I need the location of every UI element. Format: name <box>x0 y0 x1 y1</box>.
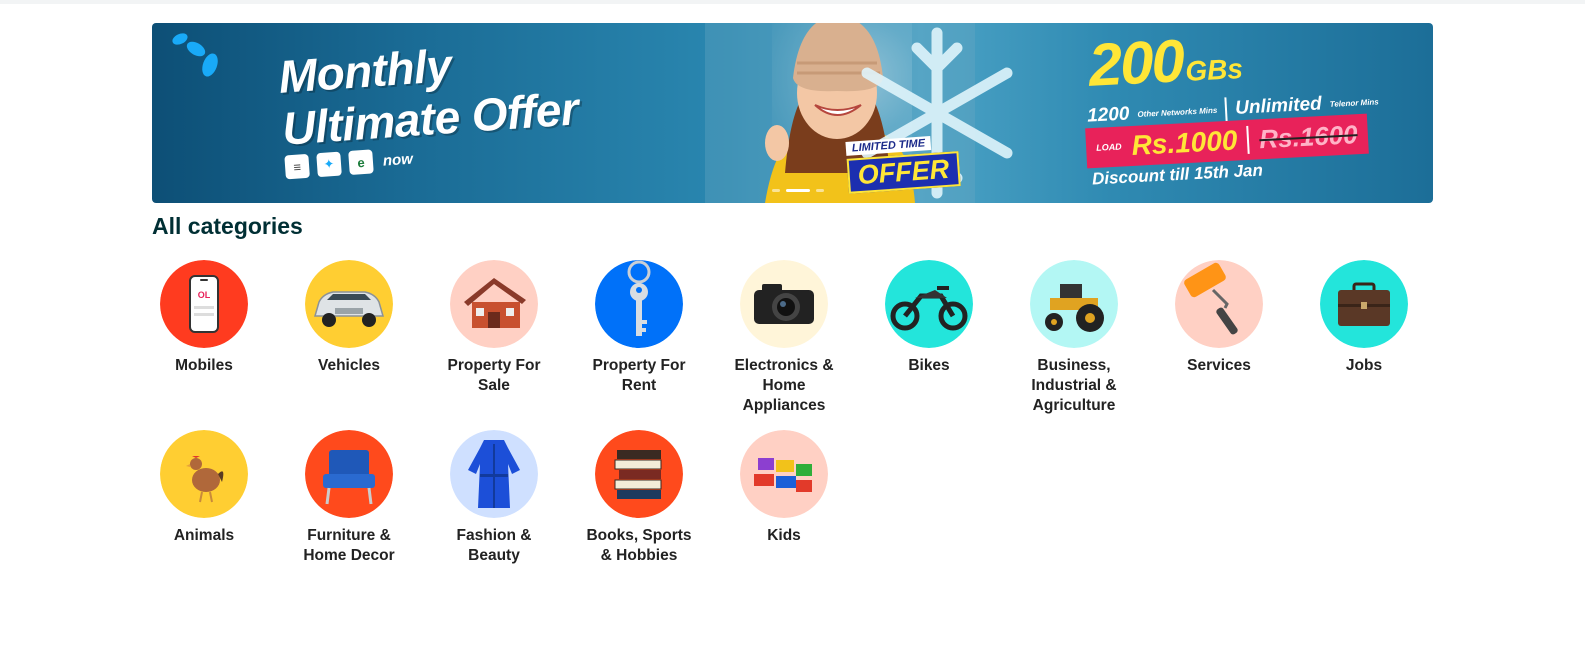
camera-icon <box>740 260 828 348</box>
dress-icon <box>450 430 538 518</box>
category-label: Vehicles <box>317 357 381 374</box>
category-label: Mobiles <box>175 357 233 374</box>
telenor-app-icon: ✦ <box>316 151 342 178</box>
category-label: Electronics & Home Appliances <box>734 357 834 414</box>
category-services[interactable]: Services <box>1159 260 1279 376</box>
category-label: Property For Sale <box>447 357 541 394</box>
category-vehicles[interactable]: Vehicles <box>289 260 409 376</box>
category-label: Kids <box>767 527 801 544</box>
category-label: Books, Sports & Hobbies <box>586 527 692 564</box>
category-electronics[interactable]: Electronics & Home Appliances <box>724 260 844 416</box>
category-animals[interactable]: Animals <box>144 430 264 546</box>
category-circle: OL <box>160 260 248 348</box>
old-price: Rs.1600 <box>1258 118 1359 154</box>
limited-offer-badge: LIMITED TIME OFFER <box>845 131 961 194</box>
category-circle <box>305 260 393 348</box>
category-circle <box>885 260 973 348</box>
category-label: Fashion & Beauty <box>456 527 532 564</box>
category-circle <box>450 260 538 348</box>
toy-blocks-icon <box>740 430 828 518</box>
books-icon <box>595 430 683 518</box>
telenor-logo-icon <box>172 33 218 77</box>
motorcycle-icon <box>885 260 973 348</box>
armchair-icon <box>305 430 393 518</box>
apps-suffix: now <box>382 150 414 170</box>
category-bikes[interactable]: Bikes <box>869 260 989 376</box>
category-circle <box>1320 260 1408 348</box>
category-kids[interactable]: Kids <box>724 430 844 546</box>
category-jobs[interactable]: Jobs <box>1304 260 1424 376</box>
category-business-industrial-agriculture[interactable]: Business, Industrial & Agriculture <box>1014 260 1134 416</box>
house-icon <box>450 260 538 348</box>
paint-roller-icon <box>1175 260 1263 348</box>
category-circle <box>740 430 828 518</box>
unlimited-sub: Telenor Mins <box>1329 96 1379 109</box>
category-label: Services <box>1187 357 1251 374</box>
category-books-sports-hobbies[interactable]: Books, Sports & Hobbies <box>579 430 699 566</box>
data-amount-number: 200 <box>1087 27 1185 99</box>
category-circle <box>1030 260 1118 348</box>
load-label: LOAD <box>1095 141 1122 153</box>
category-circle <box>595 260 683 348</box>
category-circle <box>595 430 683 518</box>
category-label: Jobs <box>1345 357 1383 374</box>
category-property-for-sale[interactable]: Property For Sale <box>434 260 554 396</box>
app-store-icon: ≡ <box>284 153 310 180</box>
svg-text:OL: OL <box>198 290 211 300</box>
minutes-label: Other Networks Mins <box>1137 105 1218 119</box>
category-circle <box>1175 260 1263 348</box>
key-icon <box>595 260 683 348</box>
mobile-phone-icon: OL <box>160 260 248 348</box>
category-mobiles[interactable]: OL Mobiles <box>144 260 264 376</box>
category-label: Furniture & Home Decor <box>303 527 395 564</box>
new-price: Rs.1000 <box>1130 124 1239 161</box>
category-fashion-beauty[interactable]: Fashion & Beauty <box>434 430 554 566</box>
easypaisa-icon: e <box>348 149 374 175</box>
category-label: Animals <box>173 527 235 544</box>
car-icon <box>305 260 393 348</box>
tractor-icon <box>1030 260 1118 348</box>
category-circle <box>160 430 248 518</box>
minutes-divider <box>1224 97 1228 122</box>
category-label: Property For Rent <box>592 357 686 394</box>
rooster-icon <box>160 430 248 518</box>
banner-headline: Monthly Ultimate Offer <box>277 30 580 155</box>
promo-banner[interactable]: Monthly Ultimate Offer ≡ ✦ e now LIMITED… <box>152 23 1433 203</box>
page-top-border <box>0 0 1585 4</box>
data-amount-unit: GBs <box>1184 52 1244 87</box>
data-amount: 200GBs <box>1087 23 1244 100</box>
price-divider <box>1246 125 1251 154</box>
category-label: Bikes <box>908 357 950 374</box>
minutes-amount: 1200 <box>1086 103 1130 127</box>
category-circle <box>740 260 828 348</box>
briefcase-icon <box>1320 260 1408 348</box>
carousel-dots <box>772 189 824 192</box>
category-circle <box>305 430 393 518</box>
carousel-dot[interactable] <box>772 189 780 192</box>
carousel-dot[interactable] <box>816 189 824 192</box>
category-furniture-home-decor[interactable]: Furniture & Home Decor <box>289 430 409 566</box>
category-circle <box>450 430 538 518</box>
section-title: All categories <box>152 213 303 239</box>
category-property-for-rent[interactable]: Property For Rent <box>579 260 699 396</box>
category-label: Business, Industrial & Agriculture <box>1031 357 1117 414</box>
carousel-dot-active[interactable] <box>786 189 810 192</box>
